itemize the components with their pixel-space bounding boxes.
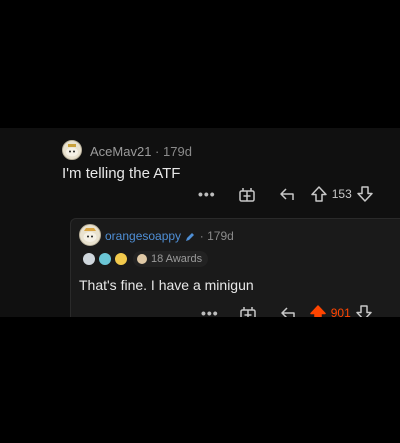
- award-wholesome-icon: [115, 253, 127, 265]
- reply-arrow-icon[interactable]: [278, 185, 296, 203]
- more-options-button[interactable]: •••: [201, 305, 219, 317]
- downvote-icon[interactable]: [356, 185, 374, 203]
- comment-meta: AceMav21 · 179d: [90, 144, 192, 159]
- snoo-avatar-icon: [83, 228, 97, 242]
- reply-comment-card: orangesoappy · 179d 18 Awards That's fin…: [70, 218, 400, 317]
- meta-separator: ·: [199, 229, 204, 243]
- awards-count-pill[interactable]: 18 Awards: [133, 251, 209, 267]
- award-hands-icon: [137, 254, 147, 264]
- meta-separator: ·: [155, 144, 160, 159]
- user-avatar[interactable]: [62, 140, 82, 160]
- upvote-icon[interactable]: [309, 304, 327, 317]
- reply-age: 179d: [207, 229, 234, 243]
- award-silver-icon: [83, 253, 95, 265]
- downvote-icon[interactable]: [355, 304, 373, 317]
- comment-age: 179d: [163, 144, 192, 159]
- vote-count: 153: [331, 187, 352, 201]
- reply-arrow-icon[interactable]: [279, 304, 297, 317]
- award-gift-icon[interactable]: [238, 185, 256, 203]
- vote-count: 901: [330, 306, 351, 317]
- snoo-avatar-icon: [66, 144, 78, 157]
- upvote-icon[interactable]: [310, 185, 328, 203]
- more-options-button[interactable]: •••: [198, 186, 216, 202]
- reply-text: That's fine. I have a minigun: [79, 277, 254, 293]
- awards-row[interactable]: 18 Awards: [83, 251, 209, 267]
- comment-thread-screen: AceMav21 · 179d I'm telling the ATF ••• …: [0, 128, 400, 317]
- pencil-flair-icon: [184, 231, 196, 243]
- comment-text: I'm telling the ATF: [62, 165, 181, 182]
- user-avatar[interactable]: [79, 224, 101, 246]
- award-gift-icon[interactable]: [239, 304, 257, 317]
- reply-actions: ••• 901: [201, 304, 373, 317]
- reply-username[interactable]: orangesoappy: [105, 229, 181, 243]
- comment-actions: ••• 153: [198, 185, 374, 203]
- award-helpful-icon: [99, 253, 111, 265]
- reply-meta: orangesoappy · 179d: [105, 229, 234, 243]
- comment-username[interactable]: AceMav21: [90, 144, 151, 159]
- awards-count: 18 Awards: [151, 253, 203, 265]
